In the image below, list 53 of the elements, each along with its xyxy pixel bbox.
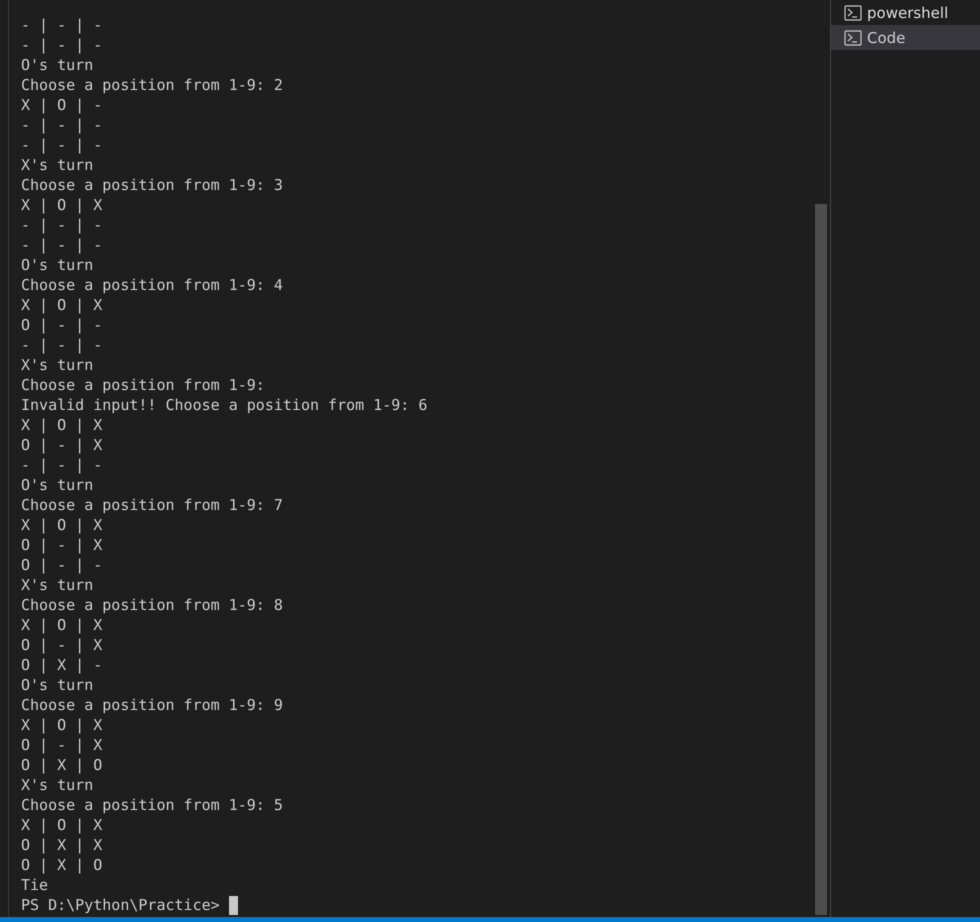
terminal-line: Choose a position from 1-9: 4 (21, 275, 284, 295)
terminal-line: - | - | - (21, 115, 104, 135)
terminal-line: O | X | O (21, 755, 104, 775)
terminal-line: O | - | X (21, 735, 104, 755)
scrollbar-thumb[interactable] (815, 204, 827, 915)
terminal-line: - | - | - (21, 215, 104, 235)
terminal-line: O | - | X (21, 435, 104, 455)
terminal-line: X's turn (21, 775, 94, 795)
terminal-line: Choose a position from 1-9: 2 (21, 75, 284, 95)
terminal-line: - | - | - (21, 135, 104, 155)
terminal-line: Choose a position from 1-9: 3 (21, 175, 284, 195)
terminal-line: O's turn (21, 475, 94, 495)
terminal-line: X's turn (21, 575, 94, 595)
terminal-line: O's turn (21, 55, 94, 75)
terminal-line: X | O | X (21, 415, 104, 435)
terminal-line: O | - | - (21, 315, 104, 335)
terminal-line: - | - | - (21, 335, 104, 355)
terminal-line: Choose a position from 1-9: (21, 375, 266, 395)
terminal-icon (844, 4, 862, 20)
terminal-list-item[interactable]: powershell (831, 0, 980, 25)
terminal-line: X | O | X (21, 195, 104, 215)
terminal-line: X | O | X (21, 615, 104, 635)
terminal-line: Choose a position from 1-9: 8 (21, 595, 284, 615)
terminal-name: powershell (867, 4, 948, 22)
terminal-line: - | - | - (21, 455, 104, 475)
terminal-line: O's turn (21, 675, 94, 695)
terminal-line: X | O | X (21, 715, 104, 735)
terminal-line: O | X | X (21, 835, 104, 855)
terminal-line: - | - | - (21, 15, 104, 35)
terminal-line: Choose a position from 1-9: 5 (21, 795, 284, 815)
terminal-line: X's turn (21, 155, 94, 175)
terminal-list-item[interactable]: Code (831, 25, 980, 50)
terminal-line: - | - | - (21, 35, 104, 55)
terminal-line: X's turn (21, 355, 94, 375)
terminal-prompt: PS D:\Python\Practice> (21, 895, 220, 915)
terminal-line: X | O | X (21, 515, 104, 535)
terminal-line: O | - | X (21, 635, 104, 655)
terminal-line: X | O | X (21, 815, 104, 835)
terminal-line: X | O | X (21, 295, 104, 315)
terminal-line: O's turn (21, 255, 94, 275)
terminal-line: Tie (21, 875, 50, 895)
terminal-line: - | - | - (21, 235, 104, 255)
text-cursor (228, 896, 238, 914)
terminal-icon (844, 30, 862, 46)
terminal-line: O | X | O (21, 855, 104, 875)
terminal-line: Invalid input!! Choose a position from 1-9: 6 (21, 395, 428, 415)
terminal-line: Choose a position from 1-9: 7 (21, 495, 284, 515)
terminal-line: O | - | X (21, 535, 104, 555)
terminal-name: Code (867, 28, 906, 46)
terminal-line: Choose a position from 1-9: 9 (21, 695, 284, 715)
terminal-line: O | - | - (21, 555, 104, 575)
terminal-line: O | X | - (21, 655, 104, 675)
terminal-line: X | O | - (21, 95, 104, 115)
